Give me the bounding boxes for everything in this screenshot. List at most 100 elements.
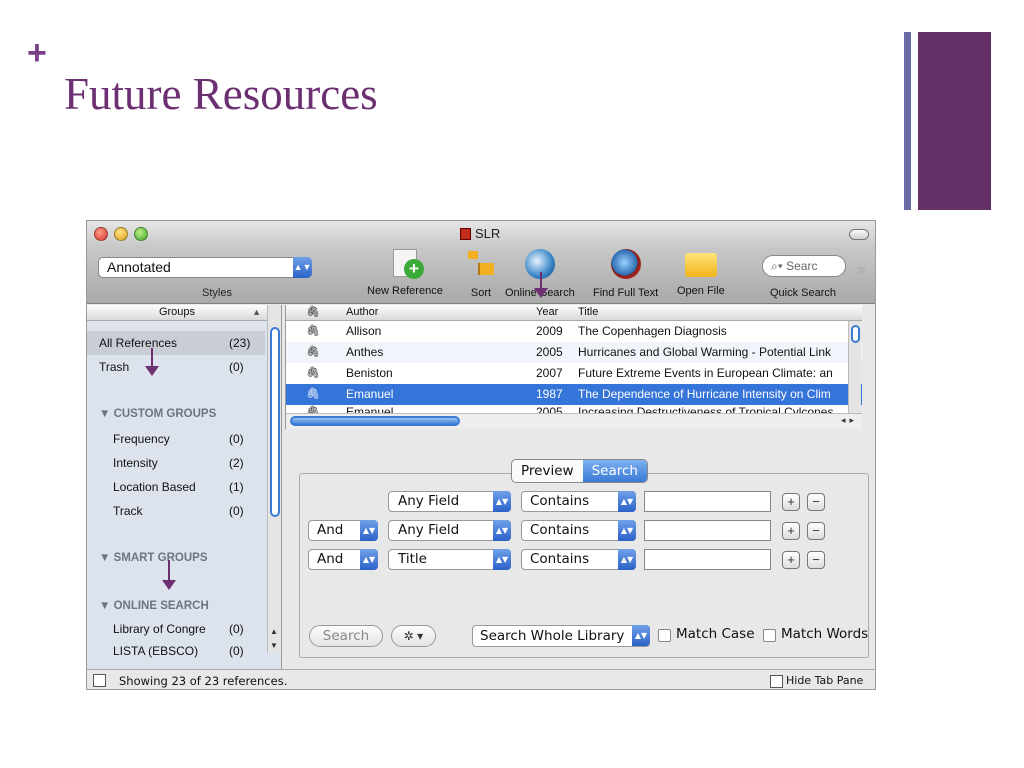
group-frequency[interactable]: Frequency (0) bbox=[87, 427, 265, 451]
group-trash[interactable]: Trash (0) bbox=[87, 355, 265, 379]
group-count: (0) bbox=[229, 644, 244, 658]
updown-arrows-icon: ▲▼ bbox=[493, 520, 511, 541]
reference-hscrollbar[interactable]: ◂▸ bbox=[286, 413, 862, 429]
layout-toggle-checkbox[interactable] bbox=[93, 674, 106, 687]
groups-scrollbar[interactable]: ▲ ▼ bbox=[267, 305, 281, 653]
groups-header[interactable]: Groups ▲ bbox=[87, 305, 267, 321]
group-count: (1) bbox=[229, 480, 244, 494]
title-column-header[interactable]: Title bbox=[578, 305, 598, 320]
operator-dropdown[interactable]: Contains ▲▼ bbox=[521, 549, 636, 570]
styles-dropdown[interactable]: Annotated ▲▼ bbox=[98, 257, 312, 278]
reference-hscroll-thumb[interactable] bbox=[290, 416, 460, 426]
decor-bar-thin bbox=[904, 32, 911, 210]
search-scope-dropdown[interactable]: Search Whole Library ▲▼ bbox=[472, 625, 650, 647]
find-full-text-button[interactable]: Find Full Text bbox=[593, 249, 658, 299]
paperclip-icon: 🖇 bbox=[306, 346, 320, 358]
reference-row[interactable]: 🖇 Anthes 2005 Hurricanes and Global Warm… bbox=[286, 342, 862, 363]
add-condition-button[interactable]: + bbox=[782, 551, 800, 569]
attachment-column-icon[interactable]: 🖇 bbox=[306, 305, 320, 320]
zoom-window-button[interactable] bbox=[134, 227, 148, 241]
reference-row[interactable]: 🖇 Beniston 2007 Future Extreme Events in… bbox=[286, 363, 862, 384]
quick-search-input[interactable]: ⌕▾ Searc bbox=[762, 255, 846, 277]
group-name: Intensity bbox=[113, 456, 158, 470]
open-file-label: Open File bbox=[677, 285, 725, 297]
author-column-header[interactable]: Author bbox=[346, 305, 378, 320]
group-name: Track bbox=[113, 504, 143, 518]
remove-condition-button[interactable]: − bbox=[807, 493, 825, 511]
groups-scroll-thumb[interactable] bbox=[270, 327, 280, 517]
toolbar-overflow-icon[interactable]: » bbox=[857, 261, 866, 279]
minimize-window-button[interactable] bbox=[114, 227, 128, 241]
reference-row[interactable]: 🖇 Allison 2009 The Copenhagen Diagnosis bbox=[286, 321, 862, 342]
scroll-up-icon[interactable]: ▲ bbox=[270, 627, 278, 636]
add-condition-button[interactable]: + bbox=[782, 493, 800, 511]
group-name: Trash bbox=[99, 360, 130, 374]
updown-arrows-icon: ▲▼ bbox=[493, 549, 511, 570]
sort-button[interactable]: Sort bbox=[466, 249, 496, 299]
paperclip-icon: 🖇 bbox=[306, 367, 320, 379]
search-term-input[interactable] bbox=[644, 549, 771, 570]
sort-ascending-icon: ▲ bbox=[252, 307, 261, 317]
match-words-checkbox[interactable] bbox=[763, 629, 776, 642]
reference-author: Allison bbox=[346, 324, 382, 338]
annotation-arrow bbox=[145, 348, 159, 376]
year-column-header[interactable]: Year bbox=[536, 305, 558, 320]
reference-title: Hurricanes and Global Warming - Potentia… bbox=[578, 345, 832, 359]
group-location-based[interactable]: Location Based (1) bbox=[87, 475, 265, 499]
toolbar-toggle-button[interactable] bbox=[849, 229, 869, 240]
reference-author: Anthes bbox=[346, 345, 384, 359]
reference-scrollbar[interactable] bbox=[848, 321, 861, 415]
match-case-checkbox[interactable] bbox=[658, 629, 671, 642]
group-intensity[interactable]: Intensity (2) bbox=[87, 451, 265, 475]
custom-groups-header[interactable]: ▼ CUSTOM GROUPS bbox=[99, 407, 216, 421]
remove-condition-button[interactable]: − bbox=[807, 551, 825, 569]
boolean-dropdown[interactable]: And ▲▼ bbox=[308, 520, 378, 541]
reference-scroll-thumb[interactable] bbox=[851, 325, 860, 343]
operator-dropdown[interactable]: Contains ▲▼ bbox=[521, 491, 636, 512]
search-button[interactable]: Search bbox=[309, 625, 383, 647]
search-term-input[interactable] bbox=[644, 491, 771, 512]
online-search-header[interactable]: ▼ ONLINE SEARCH bbox=[99, 599, 209, 613]
new-reference-button[interactable]: New Reference bbox=[367, 249, 443, 297]
group-track[interactable]: Track (0) bbox=[87, 499, 265, 523]
updown-arrows-icon: ▲▼ bbox=[618, 549, 636, 570]
tab-search[interactable]: Search bbox=[582, 460, 647, 482]
group-library-of-congress[interactable]: Library of Congre (0) bbox=[87, 617, 265, 641]
quick-search-placeholder: Searc bbox=[786, 259, 818, 273]
field-dropdown[interactable]: Any Field ▲▼ bbox=[388, 491, 511, 512]
scroll-left-right-icon[interactable]: ◂▸ bbox=[841, 415, 858, 426]
gear-icon: ✲ ▾ bbox=[403, 629, 424, 643]
close-window-button[interactable] bbox=[94, 227, 108, 241]
group-lista-ebsco[interactable]: LISTA (EBSCO) (0) bbox=[87, 639, 265, 658]
tab-preview[interactable]: Preview bbox=[512, 460, 583, 482]
reference-row-selected[interactable]: 🖇 Emanuel 1987 The Dependence of Hurrica… bbox=[286, 384, 862, 405]
field-dropdown[interactable]: Title ▲▼ bbox=[388, 549, 511, 570]
groups-panel: Groups ▲ All References (23) Trash (0) ▼… bbox=[87, 305, 282, 669]
quick-search-label: Quick Search bbox=[770, 287, 837, 299]
find-full-text-label: Find Full Text bbox=[593, 287, 659, 299]
operator-dropdown[interactable]: Contains ▲▼ bbox=[521, 520, 636, 541]
gear-menu-button[interactable]: ✲ ▾ bbox=[391, 625, 436, 647]
updown-arrows-icon: ▲▼ bbox=[618, 491, 636, 512]
title-bar: SLR bbox=[87, 221, 875, 247]
reference-year: 2005 bbox=[536, 345, 563, 359]
scroll-down-icon[interactable]: ▼ bbox=[270, 641, 278, 650]
slide-plus: + bbox=[27, 34, 47, 72]
smart-groups-header[interactable]: ▼ SMART GROUPS bbox=[99, 551, 208, 565]
field-dropdown[interactable]: Any Field ▲▼ bbox=[388, 520, 511, 541]
boolean-dropdown-value: And bbox=[317, 522, 344, 538]
add-condition-button[interactable]: + bbox=[782, 522, 800, 540]
group-count: (0) bbox=[229, 504, 244, 518]
remove-condition-button[interactable]: − bbox=[807, 522, 825, 540]
hide-tab-pane-checkbox[interactable] bbox=[770, 675, 783, 688]
group-all-references[interactable]: All References (23) bbox=[87, 331, 265, 355]
status-bar: Showing 23 of 23 references. Hide Tab Pa… bbox=[87, 669, 875, 689]
open-file-button[interactable]: Open File bbox=[677, 249, 725, 297]
group-name: Frequency bbox=[113, 432, 170, 446]
styles-dropdown-value: Annotated bbox=[107, 259, 171, 275]
hide-tab-pane-label: Hide Tab Pane bbox=[786, 674, 864, 687]
boolean-dropdown[interactable]: And ▲▼ bbox=[308, 549, 378, 570]
toolbar: Annotated ▲▼ Styles New Reference Sort O… bbox=[87, 247, 875, 304]
search-term-input[interactable] bbox=[644, 520, 771, 541]
paperclip-icon: 🖇 bbox=[306, 325, 320, 337]
